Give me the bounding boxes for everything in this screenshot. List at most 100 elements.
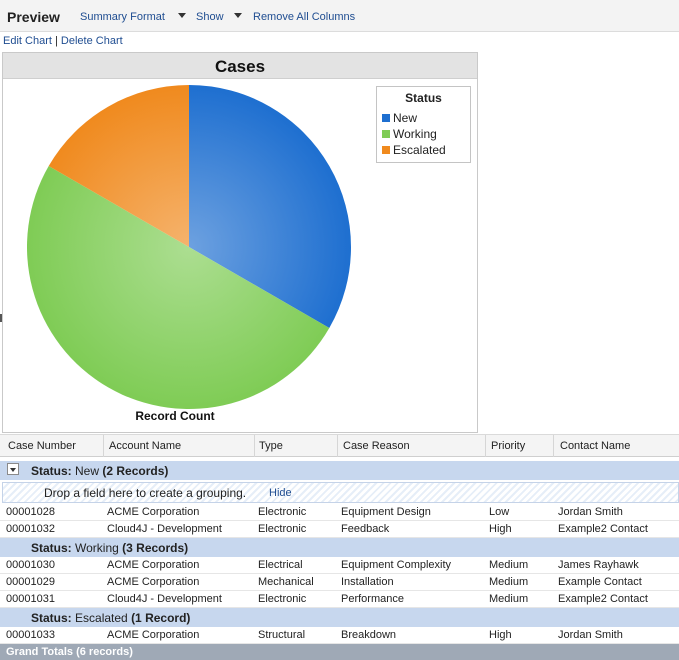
chart-actions: Edit Chart | Delete Chart (3, 35, 123, 47)
group-label: Status: (31, 611, 72, 625)
cell-case-number[interactable]: 00001033 (6, 629, 55, 641)
cell-contact-name[interactable]: James Rayhawk (558, 559, 639, 571)
table-row[interactable]: 00001029 ACME Corporation Mechanical Ins… (0, 574, 679, 591)
cell-contact-name[interactable]: Example Contact (558, 576, 642, 588)
group-header-working[interactable]: Status: Working (3 Records) (0, 538, 679, 557)
cell-case-reason: Installation (341, 576, 394, 588)
table-row[interactable]: 00001033 ACME Corporation Structural Bre… (0, 627, 679, 644)
chart-legend: Status New Working Escalated (376, 86, 471, 163)
chart-actions-separator: | (54, 35, 58, 47)
table-row[interactable]: 00001028 ACME Corporation Electronic Equ… (0, 504, 679, 521)
collapse-chevron-down-icon[interactable] (7, 463, 19, 475)
table-row[interactable]: 00001032 Cloud4J - Development Electroni… (0, 521, 679, 538)
group-title: Status: Escalated (1 Record) (31, 611, 190, 625)
legend-swatch-working (382, 130, 390, 138)
summary-format-chevron-down-icon[interactable] (178, 13, 186, 18)
show-chevron-down-icon[interactable] (234, 13, 242, 18)
scroll-edge-marker (0, 314, 2, 322)
column-header-case-reason[interactable]: Case Reason (343, 440, 410, 452)
group-count: (3 Records) (122, 541, 189, 555)
cell-case-reason: Performance (341, 593, 404, 605)
cell-contact-name[interactable]: Jordan Smith (558, 629, 623, 641)
legend-swatch-new (382, 114, 390, 122)
cell-type: Electronic (258, 593, 307, 605)
delete-chart-link[interactable]: Delete Chart (61, 35, 123, 47)
column-divider (337, 435, 338, 457)
legend-label-new: New (393, 111, 418, 125)
legend-item-working: Working (382, 127, 437, 141)
chart-panel: Cases Status New Working Escalated Recor… (2, 52, 478, 433)
cell-account-name[interactable]: Cloud4J - Development (107, 593, 222, 605)
cell-priority: Medium (489, 593, 529, 605)
legend-label-working: Working (393, 127, 437, 141)
grouping-drop-zone[interactable]: Drop a field here to create a grouping. … (2, 482, 679, 503)
group-value: Working (75, 541, 119, 555)
grand-totals-label: Grand Totals (6 records) (6, 646, 133, 658)
legend-item-escalated: Escalated (382, 143, 446, 157)
column-divider (553, 435, 554, 457)
cell-type: Electronic (258, 523, 307, 535)
column-divider (103, 435, 104, 457)
cell-case-reason: Breakdown (341, 629, 397, 641)
column-header-type[interactable]: Type (259, 440, 283, 452)
hide-drop-zone-link[interactable]: Hide (269, 487, 292, 499)
cell-contact-name[interactable]: Example2 Contact (558, 523, 648, 535)
legend-label-escalated: Escalated (393, 143, 446, 157)
group-label: Status: (31, 464, 72, 478)
cell-priority: High (489, 523, 512, 535)
column-divider (254, 435, 255, 457)
table-header: Case Number Account Name Type Case Reaso… (0, 434, 679, 457)
group-count: (1 Record) (131, 611, 191, 625)
group-value: New (75, 464, 100, 478)
group-title: Status: Working (3 Records) (31, 541, 188, 555)
group-count: (2 Records) (102, 464, 169, 478)
summary-format-menu[interactable]: Summary Format (80, 11, 165, 23)
cell-contact-name[interactable]: Jordan Smith (558, 506, 623, 518)
preview-title: Preview (7, 9, 60, 25)
cell-type: Mechanical (258, 576, 314, 588)
cell-priority: Medium (489, 576, 529, 588)
cell-account-name[interactable]: ACME Corporation (107, 576, 199, 588)
cell-case-number[interactable]: 00001030 (6, 559, 55, 571)
group-value: Escalated (75, 611, 128, 625)
column-header-case-number[interactable]: Case Number (8, 440, 76, 452)
column-header-account-name[interactable]: Account Name (109, 440, 181, 452)
cell-account-name[interactable]: Cloud4J - Development (107, 523, 222, 535)
cell-case-number[interactable]: 00001029 (6, 576, 55, 588)
cell-type: Structural (258, 629, 306, 641)
cell-case-number[interactable]: 00001031 (6, 593, 55, 605)
cell-case-number[interactable]: 00001028 (6, 506, 55, 518)
cell-account-name[interactable]: ACME Corporation (107, 629, 199, 641)
legend-item-new: New (382, 111, 417, 125)
column-header-priority[interactable]: Priority (491, 440, 525, 452)
cell-type: Electronic (258, 506, 307, 518)
group-header-new[interactable]: Status: New (2 Records) (0, 461, 679, 480)
edit-chart-link[interactable]: Edit Chart (3, 35, 52, 47)
group-label: Status: (31, 541, 72, 555)
cell-priority: Low (489, 506, 510, 518)
cell-case-reason: Equipment Complexity (341, 559, 452, 571)
preview-toolbar: Preview Summary Format Show Remove All C… (0, 0, 679, 32)
cell-account-name[interactable]: ACME Corporation (107, 506, 199, 518)
cell-case-reason: Feedback (341, 523, 390, 535)
remove-all-columns-link[interactable]: Remove All Columns (253, 11, 355, 23)
grand-totals-row: Grand Totals (6 records) (0, 644, 679, 660)
table-row[interactable]: 00001030 ACME Corporation Electrical Equ… (0, 557, 679, 574)
drop-hint: Drop a field here to create a grouping. (44, 486, 247, 500)
chart-axis-label: Record Count (135, 409, 215, 423)
table-row[interactable]: 00001031 Cloud4J - Development Electroni… (0, 591, 679, 608)
cell-case-reason: Equipment Design (341, 506, 431, 518)
cell-priority: Medium (489, 559, 529, 571)
cell-account-name[interactable]: ACME Corporation (107, 559, 199, 571)
legend-title: Status (405, 91, 442, 105)
group-title: Status: New (2 Records) (31, 464, 168, 478)
cell-contact-name[interactable]: Example2 Contact (558, 593, 648, 605)
column-divider (485, 435, 486, 457)
column-header-contact-name[interactable]: Contact Name (560, 440, 630, 452)
legend-swatch-escalated (382, 146, 390, 154)
group-header-escalated[interactable]: Status: Escalated (1 Record) (0, 608, 679, 627)
cell-priority: High (489, 629, 512, 641)
cell-type: Electrical (258, 559, 303, 571)
cell-case-number[interactable]: 00001032 (6, 523, 55, 535)
show-menu[interactable]: Show (196, 11, 224, 23)
